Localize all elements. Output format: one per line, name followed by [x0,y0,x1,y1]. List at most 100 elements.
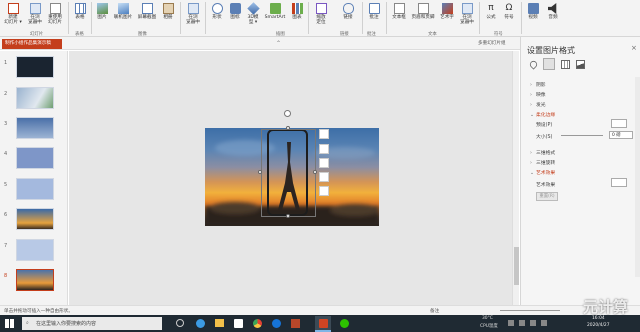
photo-album-button[interactable]: 相册 [160,2,176,30]
chart-button[interactable]: 图表 [289,2,305,30]
tray-icon[interactable] [508,320,514,326]
slide-thumbnail[interactable] [16,117,54,139]
chrome-icon[interactable] [253,319,262,328]
picture-tab-icon[interactable] [576,60,585,69]
smartart-icon [269,3,281,14]
open-in-browser-button[interactable]: 在浏 览器中 [26,2,44,30]
close-pane-icon[interactable]: × [631,44,637,52]
resize-handle[interactable] [286,214,290,218]
format-picture-pane: 设置图片格式 × › 阴影 › 映像 › 发光 ⌄ 柔化边缘 预设(P) 大小(S) 0… [520,37,640,305]
slide-thumbnail[interactable] [16,147,54,169]
ribbon: 新建 幻灯片 ▾ 在浏 览器中 重使用 幻灯片 表格 图片 联机图片 屏幕截图 [0,0,640,37]
notes-button[interactable]: 备注 [430,308,439,314]
ribbon-collapse-icon[interactable]: ⌃ [276,40,281,47]
size-properties-tab-icon[interactable] [561,60,570,69]
zoom-picture-icon[interactable] [319,186,329,196]
slide-thumbnail[interactable] [16,178,54,200]
pane-scrollbar[interactable] [635,77,640,277]
screenshot-button[interactable]: 屏幕截图 [136,2,158,30]
edge-icon[interactable] [196,319,205,328]
new-slide-button[interactable]: 新建 幻灯片 ▾ [4,2,22,30]
slide-thumbnail[interactable] [16,208,54,230]
vertical-scrollbar[interactable] [512,51,519,305]
section-artistic-effects[interactable]: ⌄ 艺术效果 [530,169,555,176]
powerpoint-taskbar-button[interactable] [315,316,331,332]
slide-thumbnail-selected[interactable] [16,269,54,291]
chart-icon [291,3,303,14]
wechat-icon[interactable] [340,319,349,328]
zoom-slider[interactable] [500,310,560,311]
slide-thumbnail[interactable] [16,87,54,109]
size-label: 大小(S) [536,135,553,140]
symbol-button[interactable]: Ω 符号 [501,2,517,30]
network-icon[interactable] [530,320,536,326]
section-3d-format[interactable]: › 三维格式 [530,149,555,156]
header-footer-button[interactable]: 页眉和页脚 [410,2,436,30]
browser-app-icon[interactable] [272,319,281,328]
taskbar-search-box[interactable]: ⌕ 在这里输入你要搜索的内容 [22,317,162,330]
cpu-text: CPU温度 [480,324,498,329]
pictures-button[interactable]: 图片 [94,2,110,30]
system-tray [508,320,578,326]
file-app-icon[interactable] [291,319,300,328]
effects-tab-icon[interactable] [543,58,555,70]
section-glow[interactable]: › 发光 [530,101,546,108]
online-pictures-button[interactable]: 联机图片 [112,2,134,30]
resize-handle[interactable] [313,170,317,174]
section-shadow[interactable]: › 阴影 [530,81,546,88]
section-3d-rotation[interactable]: › 三维旋转 [530,159,555,166]
artistic-effects-dropdown[interactable] [611,178,627,187]
task-view-icon[interactable] [176,319,184,327]
zoom-button[interactable]: 缩放 定位 [312,2,330,30]
store-icon[interactable] [234,319,243,328]
tray-icon[interactable] [519,320,525,326]
crop-icon[interactable] [319,172,329,182]
audio-button[interactable]: 音频 [545,2,561,30]
slide-thumbnail[interactable] [16,239,54,261]
wordart-icon [441,3,453,14]
picture-style-icon[interactable] [319,158,329,168]
picture-icon [96,3,108,14]
group-separator [205,2,206,34]
text-in-browser-button[interactable]: 在浏 览器中 [458,2,476,30]
textbox-icon [393,3,405,14]
smartart-button[interactable]: SmartArt [263,2,287,30]
size-slider[interactable] [561,135,603,136]
section-reflection[interactable]: › 映像 [530,91,546,98]
reset-button[interactable]: 重置(R) [536,192,558,201]
volume-icon[interactable] [541,320,547,326]
document-tab[interactable]: 制作小组作品集演示稿 [2,39,62,49]
windows-start-icon[interactable] [5,319,14,328]
comment-button[interactable]: 批注 [366,2,382,30]
preset-dropdown[interactable] [611,119,627,128]
section-soft-edges[interactable]: ⌄ 柔化边缘 [530,111,555,118]
rotate-handle-icon[interactable] [284,110,291,117]
slide-thumbnails-pane: 1 2 3 4 5 6 7 8 [0,51,68,305]
slide-thumbnail[interactable] [16,56,54,78]
resize-handle[interactable] [258,170,262,174]
slide-number: 5 [4,182,8,188]
scrollbar-thumb[interactable] [514,247,519,285]
slide-number: 3 [4,121,8,127]
icons-button[interactable]: 图标 [227,2,243,30]
table-button[interactable]: 表格 [72,2,88,30]
powerpoint-icon [319,319,328,328]
video-button[interactable]: 视频 [525,2,541,30]
video-icon [527,3,539,14]
reuse-slides-button[interactable]: 重使用 幻灯片 [46,2,64,30]
group-separator [308,2,309,34]
textbox-button[interactable]: 文本框 [390,2,408,30]
resize-handle[interactable] [286,126,290,130]
file-explorer-icon[interactable] [215,319,224,327]
fill-line-tab-icon[interactable] [528,59,539,70]
wordart-button[interactable]: 艺术字 [438,2,456,30]
3d-models-button[interactable]: 3D模 型 ▾ [245,2,261,30]
clock-date[interactable]: 2020/4/27 [587,323,610,328]
size-input[interactable]: 0 磅 [609,131,633,139]
images-in-browser-button[interactable]: 在浏 览器中 [184,2,202,30]
collapse-toolbar-icon[interactable] [319,129,329,139]
layout-options-icon[interactable] [319,144,329,154]
equation-button[interactable]: π 公式 [483,2,499,30]
shapes-button[interactable]: 形状 [209,2,225,30]
link-button[interactable]: 链接 [340,2,356,30]
